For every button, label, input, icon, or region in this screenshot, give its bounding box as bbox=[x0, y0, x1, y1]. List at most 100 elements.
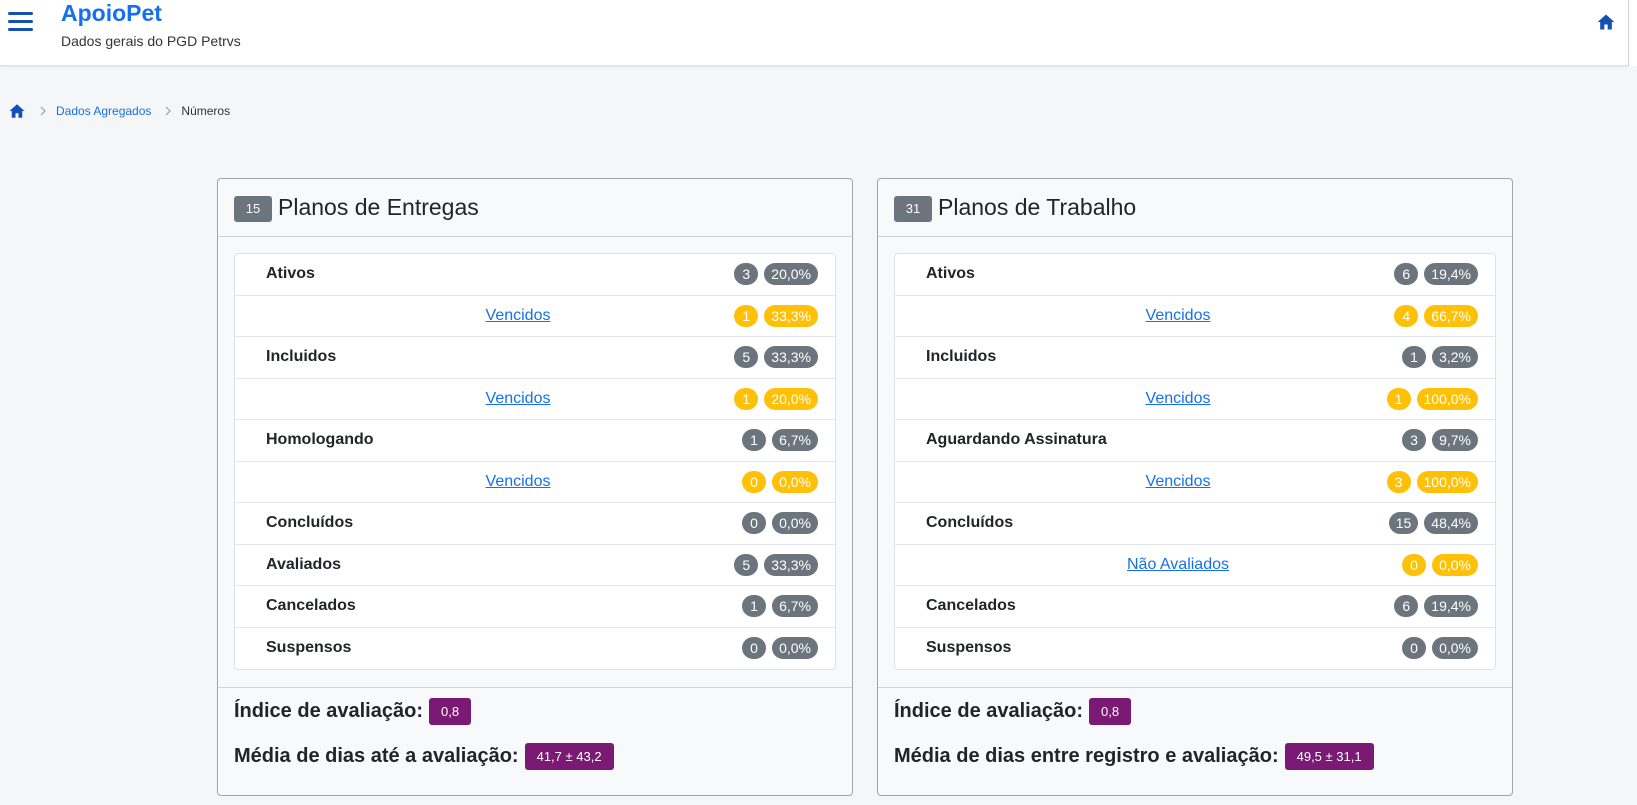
status-label: Cancelados bbox=[266, 597, 356, 615]
chevron-right-icon bbox=[40, 106, 46, 116]
row-badges: 0 0,0% bbox=[742, 512, 818, 535]
scrollbar[interactable] bbox=[1628, 0, 1637, 66]
metric-value-badge: 0,8 bbox=[428, 698, 472, 725]
row-badges: 5 33,3% bbox=[734, 346, 818, 369]
metric-media-dias: Média de dias até a avaliação: 41,7 ± 43… bbox=[234, 743, 614, 770]
percent-badge: 19,4% bbox=[1424, 263, 1478, 286]
home-icon[interactable] bbox=[1596, 12, 1616, 32]
row-badges: 1 6,7% bbox=[742, 429, 818, 452]
status-label: Aguardando Assinatura bbox=[926, 431, 1107, 449]
card-header: 15 Planos de Entregas bbox=[218, 179, 852, 237]
row-badges: 0 0,0% bbox=[742, 470, 818, 493]
total-count-badge: 15 bbox=[234, 195, 272, 222]
status-row: Ativos 3 20,0% bbox=[235, 254, 835, 296]
status-row: Incluidos 1 3,2% bbox=[895, 337, 1495, 379]
percent-badge: 0,0% bbox=[772, 470, 818, 493]
status-row: Incluidos 5 33,3% bbox=[235, 337, 835, 379]
app-subtitle: Dados gerais do PGD Petrvs bbox=[61, 33, 241, 49]
metric-value-badge: 41,7 ± 43,2 bbox=[524, 743, 614, 770]
count-badge: 1 bbox=[1386, 387, 1411, 410]
count-badge: 4 bbox=[1394, 304, 1419, 327]
row-badges: 3 20,0% bbox=[734, 263, 818, 286]
status-row: Suspensos 0 0,0% bbox=[895, 628, 1495, 670]
metric-label: Índice de avaliação: bbox=[234, 700, 423, 722]
sub-row: Vencidos 0 0,0% bbox=[235, 462, 835, 503]
status-row: Cancelados 6 19,4% bbox=[895, 586, 1495, 628]
status-list: Ativos 6 19,4% Vencidos 4 66,7% Incluidos 1 3,2%… bbox=[894, 253, 1496, 670]
status-label: Avaliados bbox=[266, 555, 341, 573]
top-bar: ApoioPet Dados gerais do PGD Petrvs bbox=[0, 0, 1628, 66]
status-row: Homologando 1 6,7% bbox=[235, 420, 835, 462]
breadcrumb: Dados Agregados Números bbox=[8, 101, 230, 121]
card-planos-trabalho: 31 Planos de Trabalho Ativos 6 19,4% Vencid… bbox=[877, 178, 1513, 796]
card-footer: Índice de avaliação: 0,8 Média de dias e… bbox=[878, 687, 1512, 795]
hamburger-menu-icon[interactable] bbox=[8, 10, 34, 34]
status-row: Concluídos 15 48,4% bbox=[895, 503, 1495, 545]
percent-badge: 48,4% bbox=[1424, 512, 1478, 535]
row-badges: 15 48,4% bbox=[1388, 512, 1478, 535]
breadcrumb-home-icon[interactable] bbox=[8, 102, 26, 120]
row-badges: 1 20,0% bbox=[734, 387, 818, 410]
status-row: Concluídos 0 0,0% bbox=[235, 503, 835, 545]
count-badge: 1 bbox=[734, 304, 759, 327]
sub-row: Vencidos 1 100,0% bbox=[895, 379, 1495, 420]
chevron-right-icon bbox=[165, 106, 172, 116]
status-row: Suspensos 0 0,0% bbox=[235, 628, 835, 670]
sub-row: Vencidos 1 20,0% bbox=[235, 379, 835, 420]
metric-media-dias: Média de dias entre registro e avaliação… bbox=[894, 743, 1374, 770]
sub-row: Vencidos 4 66,7% bbox=[895, 296, 1495, 337]
percent-badge: 0,0% bbox=[1432, 553, 1478, 576]
count-badge: 0 bbox=[742, 512, 767, 535]
row-badges: 1 6,7% bbox=[742, 595, 818, 618]
status-label: Concluídos bbox=[266, 514, 354, 532]
metric-label: Média de dias entre registro e avaliação… bbox=[894, 745, 1279, 767]
percent-badge: 100,0% bbox=[1416, 470, 1478, 493]
status-label: Ativos bbox=[266, 265, 315, 283]
card-title: Planos de Entregas bbox=[278, 194, 479, 220]
row-badges: 6 19,4% bbox=[1394, 595, 1478, 618]
count-badge: 1 bbox=[1402, 346, 1427, 369]
row-badges: 1 33,3% bbox=[734, 304, 818, 327]
percent-badge: 6,7% bbox=[772, 595, 818, 618]
count-badge: 5 bbox=[734, 346, 759, 369]
percent-badge: 33,3% bbox=[764, 304, 818, 327]
sub-row: Vencidos 1 33,3% bbox=[235, 296, 835, 337]
status-label: Incluidos bbox=[266, 348, 337, 366]
status-label: Suspensos bbox=[926, 639, 1012, 657]
sub-row: Vencidos 3 100,0% bbox=[895, 462, 1495, 503]
row-badges: 6 19,4% bbox=[1394, 263, 1478, 286]
row-badges: 4 66,7% bbox=[1394, 304, 1478, 327]
row-badges: 3 9,7% bbox=[1402, 429, 1478, 452]
status-label: Suspensos bbox=[266, 639, 352, 657]
count-badge: 1 bbox=[742, 595, 767, 618]
count-badge: 6 bbox=[1394, 595, 1419, 618]
count-badge: 3 bbox=[1386, 470, 1411, 493]
count-badge: 5 bbox=[734, 553, 759, 576]
metric-label: Média de dias até a avaliação: bbox=[234, 745, 519, 767]
metric-value-badge: 0,8 bbox=[1088, 698, 1132, 725]
count-badge: 3 bbox=[1402, 429, 1427, 452]
status-label: Ativos bbox=[926, 265, 975, 283]
percent-badge: 100,0% bbox=[1416, 387, 1478, 410]
percent-badge: 3,2% bbox=[1432, 346, 1478, 369]
percent-badge: 0,0% bbox=[1432, 637, 1478, 660]
metric-value-badge: 49,5 ± 31,1 bbox=[1284, 743, 1374, 770]
row-badges: 1 3,2% bbox=[1402, 346, 1478, 369]
status-label: Incluidos bbox=[926, 348, 997, 366]
card-planos-entregas: 15 Planos de Entregas Ativos 3 20,0% Vencid… bbox=[217, 178, 853, 796]
row-badges: 0 0,0% bbox=[742, 637, 818, 660]
percent-badge: 33,3% bbox=[764, 346, 818, 369]
app-title[interactable]: ApoioPet bbox=[61, 0, 162, 27]
card-title: Planos de Trabalho bbox=[938, 194, 1137, 220]
status-label: Concluídos bbox=[926, 514, 1014, 532]
metric-indice-avaliacao: Índice de avaliação: 0,8 bbox=[234, 698, 472, 725]
count-badge: 6 bbox=[1394, 263, 1419, 286]
count-badge: 15 bbox=[1388, 512, 1419, 535]
percent-badge: 6,7% bbox=[772, 429, 818, 452]
breadcrumb-link-dados-agregados[interactable]: Dados Agregados bbox=[56, 104, 151, 118]
card-footer: Índice de avaliação: 0,8 Média de dias a… bbox=[218, 687, 852, 795]
count-badge: 1 bbox=[734, 387, 759, 410]
metric-indice-avaliacao: Índice de avaliação: 0,8 bbox=[894, 698, 1132, 725]
count-badge: 3 bbox=[734, 263, 759, 286]
status-row: Ativos 6 19,4% bbox=[895, 254, 1495, 296]
